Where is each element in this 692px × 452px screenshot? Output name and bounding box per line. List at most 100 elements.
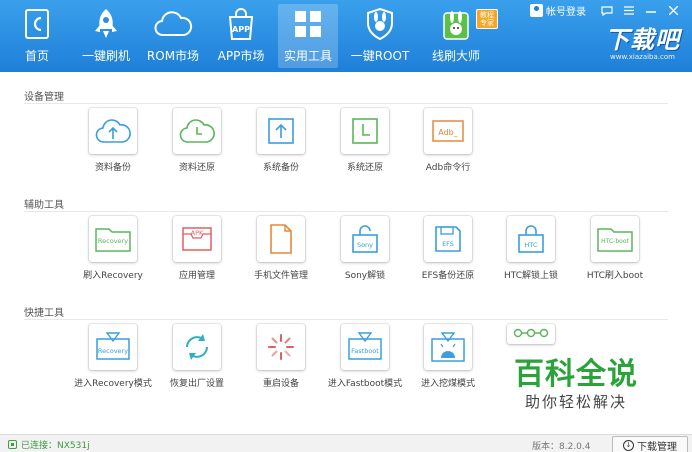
tool-label: HTC解锁上锁: [503, 271, 559, 281]
download-arrow-icon: ↓: [623, 439, 634, 451]
clock-box-icon: [352, 118, 378, 144]
tool-label: HTC刷入boot: [586, 271, 644, 281]
nav-one-click-root-label: 一键ROOT: [350, 49, 410, 63]
tool-sony-unlock[interactable]: Sony Sony解锁: [325, 216, 405, 281]
tool-label: 恢复出厂设置: [169, 379, 224, 389]
tool-tile: APK: [173, 216, 221, 262]
nav-rom-market[interactable]: ROM市场: [145, 4, 201, 68]
android-download-mode-icon: [431, 332, 465, 362]
tool-chain-nodes[interactable]: [491, 324, 571, 350]
tool-tile: [173, 324, 221, 370]
tool-system-backup[interactable]: 系统备份: [241, 108, 321, 173]
tool-tile: [173, 108, 221, 154]
fastboot-mode-icon: Fastboot: [348, 332, 382, 360]
tool-tile: [257, 216, 305, 262]
tool-tile: HTC-boot: [591, 216, 639, 262]
nav-one-click-flash[interactable]: 一键刷机: [80, 4, 132, 68]
nav-utility-tools[interactable]: 实用工具: [278, 4, 338, 68]
close-icon[interactable]: [662, 4, 684, 18]
tool-enter-download-mode[interactable]: 进入挖煤模式: [408, 324, 488, 389]
tool-adb-terminal[interactable]: Adb_ Adb命令行: [408, 108, 488, 173]
tool-reboot-device[interactable]: 重启设备: [241, 324, 321, 389]
tool-tile: Recovery: [89, 216, 137, 262]
window-controls: 帐号登录: [530, 3, 684, 18]
tool-enter-fastboot-mode[interactable]: Fastboot 进入Fastboot模式: [325, 324, 405, 389]
watermark-line1: 百科全说: [514, 357, 638, 392]
tool-label: 资料还原: [178, 163, 215, 173]
status-bar: 已连接：NX531j 版本：8.2.0.4 ↓ 下载管理: [0, 434, 692, 452]
tool-label: Adb命令行: [425, 163, 471, 173]
tool-data-backup[interactable]: 资料备份: [73, 108, 153, 173]
cloud-clock-icon: [179, 119, 215, 143]
home-c-icon: [25, 9, 49, 39]
version-label: 版本：8.2.0.4: [532, 442, 591, 452]
nav-home[interactable]: 首页: [14, 4, 60, 68]
nav-one-click-root[interactable]: 一键ROOT: [350, 4, 410, 68]
nav-home-label: 首页: [24, 49, 49, 63]
rocket-icon: [95, 9, 117, 38]
reboot-spinner-icon: [268, 334, 294, 360]
section-divider: [24, 103, 668, 104]
tool-label: 刷入Recovery: [83, 271, 143, 281]
tool-tile: [507, 324, 555, 344]
adb-icon-text: Adb_: [438, 128, 458, 137]
xiazaiba-logo-text: 下载吧: [605, 26, 680, 54]
tool-phone-file-manager[interactable]: 手机文件管理: [241, 216, 321, 281]
connected-icon: [8, 440, 17, 449]
nav-app-market[interactable]: APP APP市场: [215, 4, 267, 68]
line-flash-bunny-icon: [443, 11, 469, 40]
tool-app-management[interactable]: APK 应用管理: [157, 216, 237, 281]
tool-tile: [257, 324, 305, 370]
watermark-line2: 助你轻松解决: [524, 393, 627, 411]
tool-flash-recovery[interactable]: Recovery 刷入Recovery: [73, 216, 153, 281]
tool-label: 资料备份: [94, 163, 131, 173]
tool-efs-backup-restore[interactable]: EFS EFS备份还原: [408, 216, 488, 281]
tool-enter-recovery-mode[interactable]: Recovery 进入Recovery模式: [73, 324, 153, 389]
account-login[interactable]: 帐号登录: [530, 3, 586, 18]
nav-rom-market-label: ROM市场: [146, 49, 200, 63]
sony-unlock-icon: Sony: [352, 225, 378, 253]
section-divider: [24, 319, 668, 320]
tool-label: 系统备份: [262, 163, 299, 173]
connection-status-label: 已连接：NX531j: [21, 441, 90, 451]
section-divider: [24, 211, 668, 212]
tool-tile: Adb_: [424, 108, 472, 154]
nav-one-click-flash-label: 一键刷机: [81, 49, 130, 63]
tool-tile: Fastboot: [341, 324, 389, 370]
tool-label: 进入挖煤模式: [420, 379, 475, 389]
htc-boot-folder-icon: HTC-boot: [597, 228, 633, 252]
tool-tile: Recovery: [89, 324, 137, 370]
section-title-quick: 快捷工具: [24, 308, 64, 319]
tool-tile: HTC: [507, 216, 555, 262]
menu-glyph: [624, 6, 634, 15]
menu-icon[interactable]: [618, 4, 640, 18]
tool-factory-reset[interactable]: 恢复出厂设置: [157, 324, 237, 389]
feedback-icon[interactable]: [596, 4, 618, 18]
minimize-icon[interactable]: [640, 4, 662, 18]
section-title-assist: 辅助工具: [24, 200, 64, 211]
baike-watermark: 百科全说 助你轻松解决: [514, 358, 638, 412]
tool-label: Sony解锁: [344, 271, 386, 281]
recovery-folder-icon: Recovery: [95, 228, 131, 252]
tool-htc-flash-boot[interactable]: HTC-boot HTC刷入boot: [575, 216, 655, 281]
nav-utility-tools-label: 实用工具: [283, 49, 332, 63]
upload-box-icon: [268, 118, 294, 144]
shield-bunny-icon: [367, 7, 393, 41]
tool-system-restore[interactable]: 系统还原: [325, 108, 405, 173]
tool-tile: [89, 108, 137, 154]
tool-label: 重启设备: [262, 379, 299, 389]
tool-htc-lock-unlock[interactable]: HTC HTC解锁上锁: [491, 216, 571, 281]
download-manager-button[interactable]: ↓ 下载管理: [612, 436, 688, 452]
app-bag-text: APP: [232, 25, 250, 34]
download-manager-label: 下载管理: [637, 441, 677, 452]
recovery-mode-icon: Recovery: [96, 332, 130, 360]
apk-icon-text: APK: [191, 229, 204, 237]
fastboot-icon-text: Fastboot: [351, 347, 379, 355]
tool-label: EFS备份还原: [421, 271, 475, 281]
cloud-upload-icon: [95, 119, 131, 143]
htc-icon-text: HTC: [524, 241, 537, 249]
tool-data-restore[interactable]: 资料还原: [157, 108, 237, 173]
shopping-bag-icon: APP: [228, 8, 254, 40]
top-nav-bar: 首页 一键刷机 ROM市场 APP APP市场 实用工具 一键ROOT 线刷大师…: [0, 0, 692, 72]
section-title-device: 设备管理: [24, 92, 64, 103]
